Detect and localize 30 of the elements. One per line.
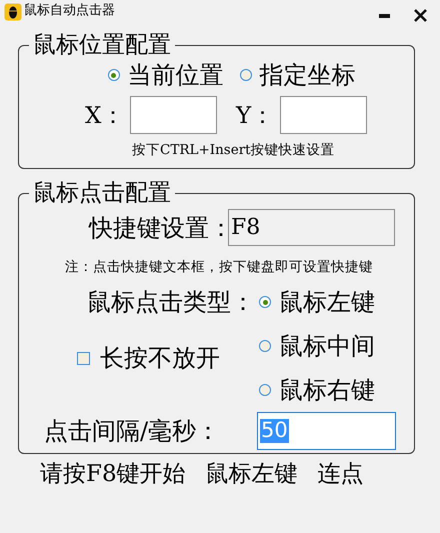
click-type-label: 鼠标点击类型： — [87, 287, 255, 318]
radio-label[interactable]: 鼠标左键 — [279, 286, 375, 318]
status-text: 请按F8键开始 — [40, 460, 186, 489]
radio-button[interactable] — [259, 296, 271, 308]
group-title: 鼠标位置配置 — [32, 34, 172, 57]
radio-label[interactable]: 指定坐标 — [260, 59, 356, 91]
checkbox-label[interactable]: 长按不放开 — [100, 342, 220, 374]
hint-text: 按下CTRL+Insert按键快速设置 — [132, 141, 336, 159]
close-icon[interactable] — [414, 9, 427, 22]
x-field[interactable] — [130, 96, 217, 134]
window-title: 鼠标自动点击器 — [24, 2, 115, 20]
radio-label[interactable]: 鼠标右键 — [279, 374, 375, 406]
radio-button[interactable] — [108, 69, 120, 81]
hotkey-label: 快捷键设置： — [89, 212, 228, 244]
app-icon — [4, 3, 22, 21]
y-label: Y： — [236, 102, 276, 130]
radio-button[interactable] — [259, 340, 271, 352]
checkbox[interactable] — [77, 352, 90, 364]
hotkey-field[interactable]: F8 — [228, 209, 395, 246]
note-text: 注：点击快捷键文本框，按下键盘即可设置快捷键 — [65, 258, 374, 276]
status-text: 鼠标左键 — [206, 460, 298, 489]
interval-label: 点击间隔/毫秒： — [44, 416, 222, 447]
radio-button[interactable] — [259, 384, 271, 396]
x-label: X： — [85, 102, 126, 130]
group-title: 鼠标点击配置 — [32, 182, 172, 205]
radio-label[interactable]: 鼠标中间 — [279, 330, 375, 362]
radio-button[interactable] — [240, 69, 252, 81]
status-text: 连点 — [318, 460, 364, 489]
y-field[interactable] — [280, 96, 367, 134]
radio-label[interactable]: 当前位置 — [128, 59, 224, 91]
